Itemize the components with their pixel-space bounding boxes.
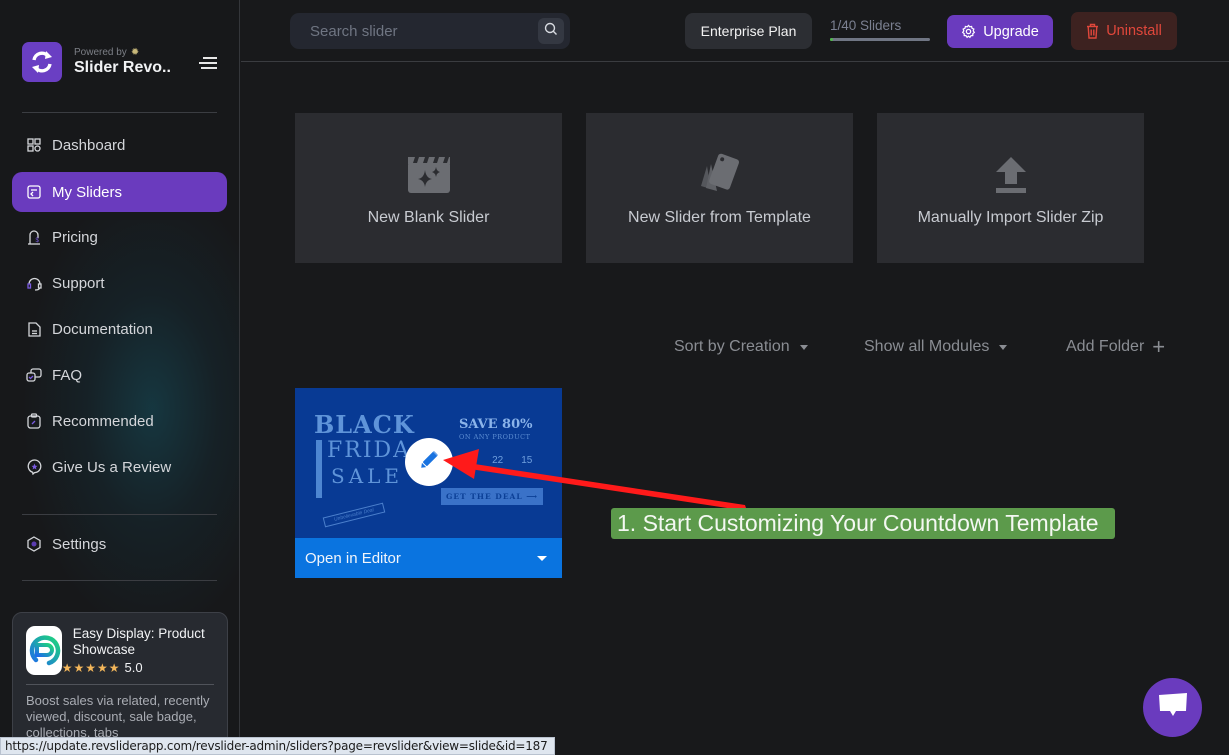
star-icon: ★ bbox=[96, 660, 108, 675]
thumb-text: FRIDA bbox=[327, 438, 412, 463]
star-icon: ★ bbox=[61, 660, 73, 675]
faq-icon bbox=[26, 367, 42, 383]
card-label: New Slider from Template bbox=[628, 208, 811, 226]
menu-toggle-icon[interactable] bbox=[199, 57, 217, 71]
rating-value: 5.0 bbox=[124, 660, 143, 675]
sidebar-item-dashboard[interactable]: Dashboard bbox=[12, 125, 227, 165]
edit-slider-button[interactable] bbox=[405, 438, 453, 486]
search-input[interactable] bbox=[310, 22, 530, 40]
card-label: New Blank Slider bbox=[367, 208, 490, 226]
review-icon bbox=[26, 459, 42, 475]
document-icon bbox=[26, 321, 42, 337]
new-blank-slider-card[interactable]: New Blank Slider bbox=[295, 113, 562, 263]
thumb-text: GET THE DEAL ⟶ bbox=[441, 488, 543, 505]
pricing-icon: $ bbox=[26, 229, 42, 245]
search-button[interactable] bbox=[538, 18, 564, 44]
gear-icon bbox=[961, 24, 976, 39]
sort-dropdown[interactable]: Sort by Creation bbox=[674, 338, 808, 356]
add-folder-button[interactable]: Add Folder + bbox=[1066, 334, 1166, 359]
thumb-text: Unbelievable Deal bbox=[322, 502, 386, 528]
promo-title: Easy Display: Product Showcase bbox=[72, 626, 205, 657]
powered-by-logo-icon: ✹ bbox=[130, 47, 140, 58]
uninstall-button[interactable]: Uninstall bbox=[1071, 12, 1177, 50]
open-in-editor-button[interactable]: Open in Editor bbox=[295, 538, 562, 578]
grid-icon bbox=[26, 137, 42, 153]
star-icon: ★ bbox=[85, 660, 96, 675]
pencil-icon bbox=[417, 448, 441, 477]
plus-icon: + bbox=[1152, 334, 1166, 359]
status-bar-url: https://update.revsliderapp.com/revslide… bbox=[0, 737, 555, 755]
promo-description: Boost sales via related, recently viewed… bbox=[26, 693, 210, 740]
svg-text:$: $ bbox=[36, 238, 40, 244]
usage-progress-fill bbox=[830, 38, 833, 41]
search-icon bbox=[544, 22, 558, 41]
thumb-countdown: 10 22 15 bbox=[463, 455, 533, 466]
sidebar-item-my-sliders[interactable]: My Sliders bbox=[12, 172, 227, 212]
thumb-text: ON ANY PRODUCT bbox=[459, 433, 531, 441]
settings-icon bbox=[26, 536, 42, 552]
sidebar-item-settings[interactable]: Settings bbox=[12, 524, 227, 564]
plan-badge[interactable]: Enterprise Plan bbox=[685, 13, 812, 49]
new-slider-from-template-card[interactable]: New Slider from Template bbox=[586, 113, 853, 263]
slider-usage: 1/40 Sliders bbox=[830, 18, 930, 41]
promo-divider bbox=[26, 684, 214, 685]
upgrade-button[interactable]: Upgrade bbox=[947, 15, 1053, 48]
caret-down-icon bbox=[799, 344, 808, 350]
import-slider-zip-card[interactable]: Manually Import Slider Zip bbox=[877, 113, 1144, 263]
thumb-text: BLACK bbox=[314, 410, 415, 439]
clapperboard-sparkle-icon bbox=[407, 154, 451, 194]
topbar: Enterprise Plan 1/40 Sliders Upgrade Uni… bbox=[241, 0, 1229, 62]
sidebar-item-faq[interactable]: FAQ bbox=[12, 355, 227, 395]
usage-label: 1/40 Sliders bbox=[830, 18, 902, 33]
sidebar-item-recommended[interactable]: Recommended bbox=[12, 401, 227, 441]
caret-down-icon bbox=[999, 344, 1008, 350]
sidebar-item-review[interactable]: Give Us a Review bbox=[12, 447, 227, 487]
chat-button[interactable] bbox=[1143, 678, 1202, 737]
template-cards-icon bbox=[697, 153, 743, 194]
thumb-decoration bbox=[316, 440, 322, 498]
usage-progress-bar bbox=[830, 38, 930, 41]
star-icon: ★ bbox=[73, 660, 85, 675]
powered-by: Powered by ✹ bbox=[74, 47, 140, 58]
trash-icon bbox=[1086, 23, 1099, 39]
thumb-text: SAVE 80% bbox=[459, 417, 533, 432]
headset-icon bbox=[26, 275, 42, 291]
rating: ★ ★ ★ ★ ★ 5.0 bbox=[62, 660, 214, 675]
card-label: Manually Import Slider Zip bbox=[917, 208, 1104, 226]
sidebar-divider bbox=[22, 580, 217, 581]
search-box bbox=[290, 13, 570, 49]
app-root: Powered by ✹ Slider Revo.. Dashboard My … bbox=[0, 0, 1229, 755]
easy-display-logo-icon bbox=[26, 626, 62, 675]
slider-card: BLACK FRIDA SALE SAVE 80% ON ANY PRODUCT… bbox=[295, 388, 562, 578]
chat-bubble-icon bbox=[1158, 692, 1188, 723]
brand[interactable]: Powered by ✹ Slider Revo.. bbox=[22, 42, 171, 82]
app-name: Slider Revo.. bbox=[74, 59, 171, 76]
star-icon: ★ bbox=[108, 660, 120, 675]
sidebar-item-documentation[interactable]: Documentation bbox=[12, 309, 227, 349]
brand-logo-icon bbox=[22, 42, 62, 82]
sidebar: Powered by ✹ Slider Revo.. Dashboard My … bbox=[0, 0, 240, 755]
thumb-text: SALE bbox=[331, 464, 404, 488]
slider-icon bbox=[26, 184, 42, 200]
slider-thumbnail[interactable]: BLACK FRIDA SALE SAVE 80% ON ANY PRODUCT… bbox=[295, 388, 562, 538]
promo-card[interactable]: Easy Display: Product Showcase ★ ★ ★ ★ ★… bbox=[12, 612, 228, 755]
clipboard-icon bbox=[26, 413, 42, 429]
sidebar-divider bbox=[22, 514, 217, 515]
sidebar-item-pricing[interactable]: $ Pricing bbox=[12, 217, 227, 257]
sidebar-item-support[interactable]: Support bbox=[12, 263, 227, 303]
modules-filter-dropdown[interactable]: Show all Modules bbox=[864, 338, 1008, 356]
annotation-label: 1. Start Customizing Your Countdown Temp… bbox=[611, 508, 1115, 539]
upload-icon bbox=[995, 154, 1027, 194]
caret-down-icon[interactable] bbox=[537, 556, 547, 561]
sidebar-divider bbox=[22, 112, 217, 113]
